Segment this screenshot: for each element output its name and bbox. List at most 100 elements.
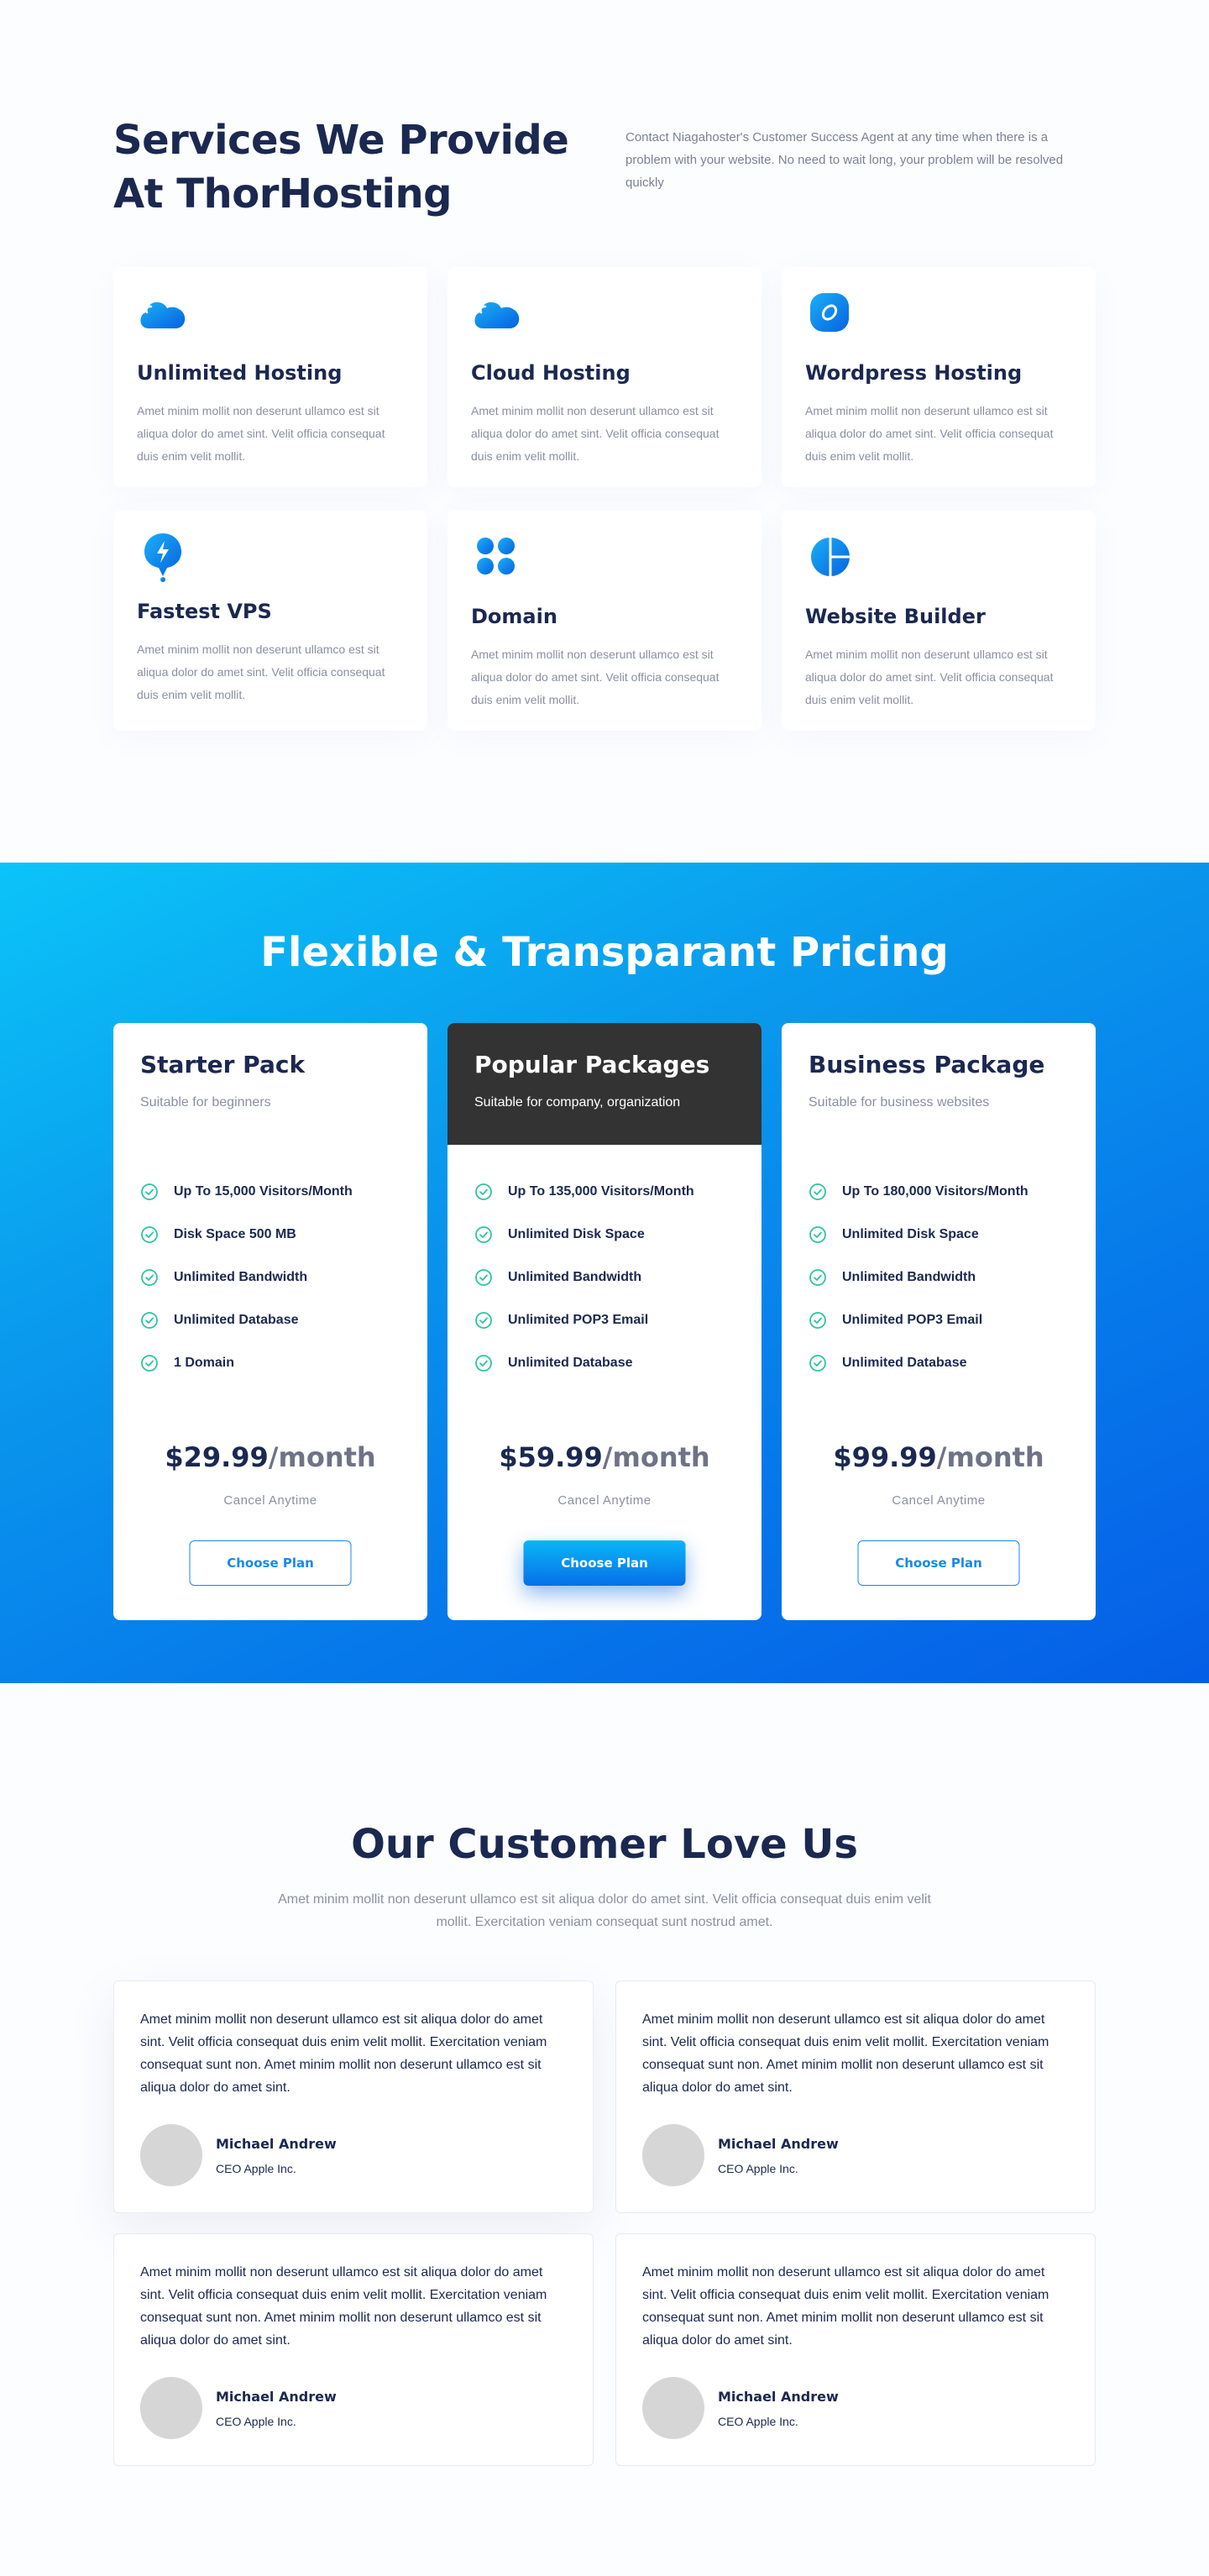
testimonial-author: Michael Andrew CEO Apple Inc. [642,2124,1070,2186]
avatar [642,2377,704,2439]
plan-price: $59.99/month [447,1441,762,1473]
check-circle-icon [809,1311,826,1329]
check-circle-icon [141,1354,158,1372]
plan-note: Cancel Anytime [892,1493,986,1508]
plan-note: Cancel Anytime [223,1493,317,1508]
feature-item: Up To 180,000 Visitors/Month [809,1170,1069,1213]
plan-features: Up To 135,000 Visitors/Month Unlimited D… [447,1170,762,1384]
plan-header: Starter Pack Suitable for beginners [113,1023,427,1145]
wordpress-icon [810,293,849,332]
testimonials-section: Our Customer Love Us Amet minim mollit n… [0,1683,1209,2576]
plan-header: Business Package Suitable for business w… [782,1023,1096,1145]
feature-label: Up To 135,000 Visitors/Month [508,1183,694,1199]
author-role: CEO Apple Inc. [718,2161,798,2175]
service-description: Amet minim mollit non deserunt ullamco e… [471,648,720,706]
feature-item: Unlimited POP3 Email [474,1298,735,1341]
cloud-icon [474,302,520,328]
services-title: Services We Provide At ThorHosting [113,117,569,218]
testimonial-quote: Amet minim mollit non deserunt ullamco e… [642,2012,1049,2095]
pricing-plans: Starter Pack Suitable for beginners Up T… [113,1023,1096,1620]
feature-label: Up To 15,000 Visitors/Month [174,1183,353,1199]
testimonial-card: Amet minim mollit non deserunt ullamco e… [113,1981,594,2213]
testimonial-quote: Amet minim mollit non deserunt ullamco e… [140,2265,547,2348]
feature-label: Unlimited Database [842,1355,967,1370]
service-card-cloud-hosting[interactable]: Cloud Hosting Amet minim mollit non dese… [447,267,762,487]
pie-icon [811,538,850,576]
plan-subtitle: Suitable for company, organization [474,1095,681,1110]
plan-subtitle: Suitable for business websites [809,1095,990,1110]
price-amount: $59.99 [499,1441,603,1473]
choose-plan-button[interactable]: Choose Plan [189,1540,352,1586]
services-description: Contact Niagahoster's Customer Success A… [625,130,1064,190]
feature-item: Up To 135,000 Visitors/Month [474,1170,735,1213]
testimonial-quote: Amet minim mollit non deserunt ullamco e… [642,2265,1049,2348]
author-role: CEO Apple Inc. [718,2414,798,2428]
service-title: Wordpress Hosting [805,361,1023,385]
plan-features: Up To 180,000 Visitors/Month Unlimited D… [782,1170,1096,1384]
plan-subtitle: Suitable for beginners [140,1095,271,1110]
lightning-pin-icon [144,533,181,582]
check-circle-icon [475,1268,492,1286]
plan-header: Popular Packages Suitable for company, o… [447,1023,762,1145]
feature-label: 1 Domain [174,1355,235,1370]
check-circle-icon [809,1225,826,1243]
service-title: Unlimited Hosting [137,361,343,385]
feature-item: Unlimited Database [140,1298,400,1341]
author-name: Michael Andrew [718,2135,839,2152]
avatar [140,2124,202,2186]
feature-label: Unlimited Bandwidth [174,1269,308,1284]
service-title: Website Builder [805,605,986,628]
service-title: Cloud Hosting [471,361,631,385]
service-card-domain[interactable]: Domain Amet minim mollit non deserunt ul… [447,511,762,731]
service-card-website-builder[interactable]: Website Builder Amet minim mollit non de… [782,511,1096,731]
testimonial-author: Michael Andrew CEO Apple Inc. [140,2124,568,2186]
feature-label: Unlimited POP3 Email [508,1312,649,1327]
check-circle-icon [809,1268,826,1286]
check-circle-icon [141,1311,158,1329]
price-period: /month [936,1441,1044,1473]
service-card-unlimited-hosting[interactable]: Unlimited Hosting Amet minim mollit non … [113,267,427,487]
feature-item: 1 Domain [140,1341,400,1384]
cloud-icon [140,302,186,328]
service-card-fastest-vps[interactable]: Fastest VPS Amet minim mollit non deseru… [113,511,427,731]
price-period: /month [602,1441,710,1473]
testimonial-card: Amet minim mollit non deserunt ullamco e… [113,2233,594,2466]
plan-name: Business Package [809,1051,1045,1078]
grid-dots-icon [477,538,515,574]
service-description: Amet minim mollit non deserunt ullamco e… [137,643,385,701]
feature-label: Unlimited Bandwidth [508,1269,642,1284]
check-circle-icon [475,1311,492,1329]
pricing-section: Flexible & Transparant Pricing Starter P… [0,863,1209,1683]
avatar [642,2124,704,2186]
feature-label: Disk Space 500 MB [174,1226,296,1241]
feature-item: Unlimited Bandwidth [809,1256,1069,1298]
feature-item: Unlimited Disk Space [809,1213,1069,1256]
feature-item: Unlimited Bandwidth [474,1256,735,1298]
service-description: Amet minim mollit non deserunt ullamco e… [805,404,1054,463]
feature-item: Up To 15,000 Visitors/Month [140,1170,400,1213]
price-amount: $99.99 [833,1441,937,1473]
feature-label: Unlimited Disk Space [508,1226,645,1241]
feature-label: Unlimited Database [508,1355,633,1370]
plan-note: Cancel Anytime [557,1493,652,1508]
price-period: /month [268,1441,376,1473]
plan-name: Popular Packages [474,1051,710,1078]
testimonials-title: Our Customer Love Us [351,1821,858,1868]
services-grid: Unlimited Hosting Amet minim mollit non … [113,267,1096,731]
testimonial-quote: Amet minim mollit non deserunt ullamco e… [140,2012,547,2095]
testimonial-card: Amet minim mollit non deserunt ullamco e… [615,1981,1096,2213]
check-circle-icon [141,1183,158,1200]
check-circle-icon [475,1225,492,1243]
choose-plan-button[interactable]: Choose Plan [857,1540,1020,1586]
author-name: Michael Andrew [216,2388,337,2405]
feature-item: Disk Space 500 MB [140,1213,400,1256]
check-circle-icon [475,1354,492,1372]
plan-card-popular: Popular Packages Suitable for company, o… [447,1023,762,1620]
testimonial-author: Michael Andrew CEO Apple Inc. [140,2377,568,2439]
feature-label: Unlimited Disk Space [842,1226,979,1241]
check-circle-icon [809,1183,826,1200]
feature-label: Unlimited POP3 Email [842,1312,983,1327]
service-card-wordpress-hosting[interactable]: Wordpress Hosting Amet minim mollit non … [782,267,1096,487]
testimonial-author: Michael Andrew CEO Apple Inc. [642,2377,1070,2439]
choose-plan-button[interactable]: Choose Plan [523,1540,686,1586]
